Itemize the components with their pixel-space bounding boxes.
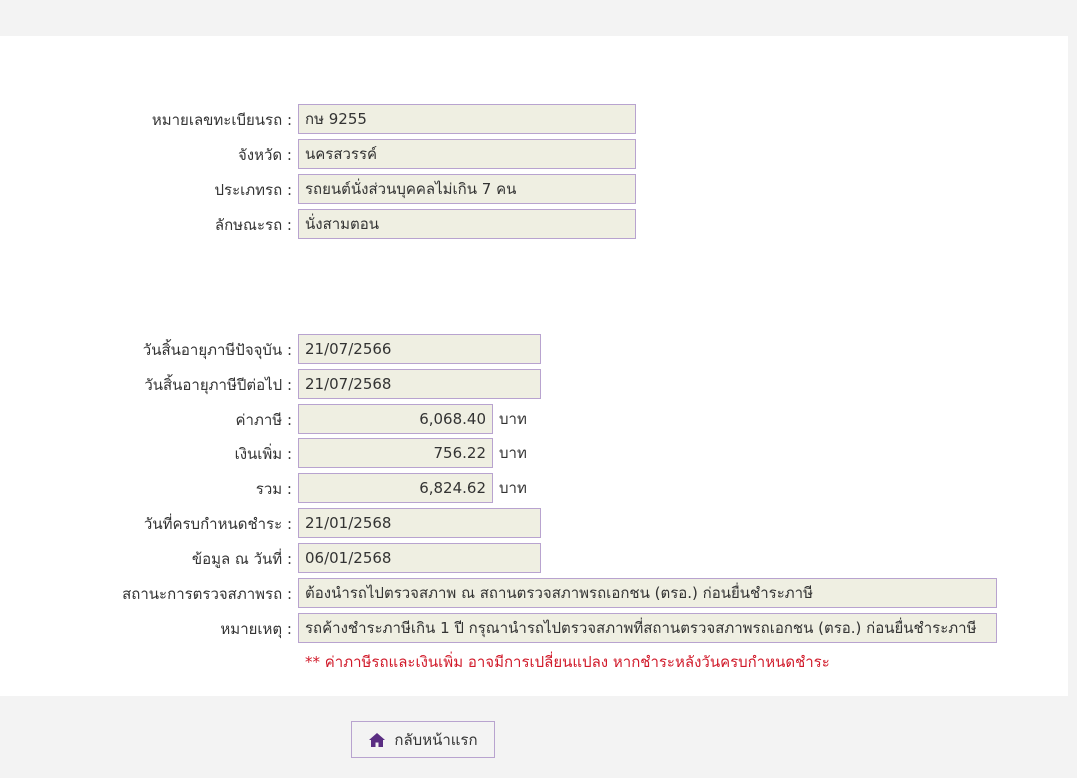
vehicle-type-field: รถยนต์นั่งส่วนบุคคลไม่เกิน 7 คน <box>298 174 636 204</box>
current-expiry-label: วันสิ้นอายุภาษีปัจจุบัน : <box>142 341 292 359</box>
due-date-field: 21/01/2568 <box>298 508 541 538</box>
current-expiry-field: 21/07/2566 <box>298 334 541 364</box>
inspection-status-field: ต้องนำรถไปตรวจสภาพ ณ สถานตรวจสภาพรถเอกชน… <box>298 578 997 608</box>
plate-label: หมายเลขทะเบียนรถ : <box>151 111 292 129</box>
data-as-of-label: ข้อมูล ณ วันที่ : <box>191 550 292 568</box>
plate-field: กษ 9255 <box>298 104 636 134</box>
total-unit: บาท <box>499 479 527 497</box>
vehicle-type-label: ประเภทรถ : <box>214 181 293 199</box>
tax-amount-label: ค่าภาษี : <box>235 411 292 429</box>
remark-field: รถค้างชำระภาษีเกิน 1 ปี กรุณานำรถไปตรวจส… <box>298 613 997 643</box>
warning-note: ** ค่าภาษีรถและเงินเพิ่ม อาจมีการเปลี่ยน… <box>305 653 830 671</box>
surcharge-field: 756.22 <box>298 438 493 468</box>
remark-label: หมายเหตุ : <box>220 620 292 638</box>
data-as-of-field: 06/01/2568 <box>298 543 541 573</box>
next-expiry-field: 21/07/2568 <box>298 369 541 399</box>
surcharge-label: เงินเพิ่ม : <box>234 445 292 463</box>
home-button-label: กลับหน้าแรก <box>394 730 478 749</box>
vehicle-style-label: ลักษณะรถ : <box>214 216 292 234</box>
next-expiry-label: วันสิ้นอายุภาษีปีต่อไป : <box>144 376 292 394</box>
surcharge-unit: บาท <box>499 444 527 462</box>
due-date-label: วันที่ครบกำหนดชำระ : <box>143 515 292 533</box>
home-button[interactable]: กลับหน้าแรก <box>351 721 495 758</box>
total-field: 6,824.62 <box>298 473 493 503</box>
inspection-status-label: สถานะการตรวจสภาพรถ : <box>122 585 292 603</box>
province-label: จังหวัด : <box>238 146 292 164</box>
tax-amount-unit: บาท <box>499 410 527 428</box>
province-field: นครสวรรค์ <box>298 139 636 169</box>
home-icon <box>368 732 386 748</box>
tax-amount-field: 6,068.40 <box>298 404 493 434</box>
total-label: รวม : <box>255 480 292 498</box>
vehicle-style-field: นั่งสามตอน <box>298 209 636 239</box>
